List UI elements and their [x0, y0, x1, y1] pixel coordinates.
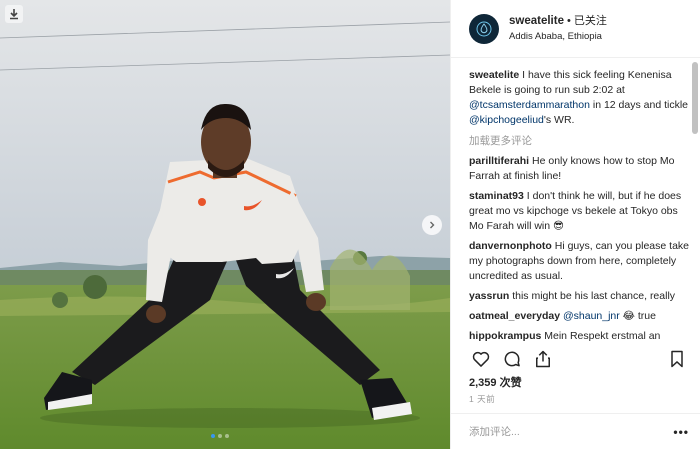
comment-username[interactable]: yassrun	[469, 290, 509, 302]
caption-mention[interactable]: @tcsamsterdammarathon	[469, 99, 590, 111]
comment-text: this might be his last chance, really	[512, 290, 676, 302]
carousel-dot	[218, 434, 222, 438]
post-username[interactable]: sweatelite	[509, 15, 564, 27]
post-photo[interactable]	[0, 0, 450, 449]
comments-list[interactable]: sweatelite I have this sick feeling Kene…	[451, 58, 700, 343]
post-header: sweatelite • 已关注 Addis Ababa, Ethiopia	[451, 0, 700, 58]
like-button[interactable]	[469, 347, 493, 371]
instagram-post-modal: sweatelite • 已关注 Addis Ababa, Ethiopia swe…	[0, 0, 700, 449]
comment-button[interactable]	[500, 347, 524, 371]
caption-text: 's WR.	[543, 114, 575, 126]
header-separator: •	[566, 14, 571, 27]
post-location[interactable]: Addis Ababa, Ethiopia	[509, 29, 607, 44]
more-options-icon[interactable]: •••	[673, 425, 689, 439]
share-icon	[536, 350, 550, 368]
share-button[interactable]	[531, 347, 555, 371]
caption-text: in 12 days and tickle	[589, 99, 689, 111]
chevron-right-icon	[430, 221, 435, 229]
comment: danvernonphoto Hi guys, can you please t…	[469, 239, 689, 284]
runner-stretching-image	[0, 0, 450, 449]
comment-username[interactable]: parilltiferahi	[469, 155, 529, 167]
download-icon	[10, 9, 18, 20]
comment-icon	[504, 351, 520, 367]
post-timestamp[interactable]: 1 天前	[469, 393, 495, 405]
carousel-dot-active	[211, 434, 215, 438]
download-button[interactable]	[5, 5, 23, 23]
comment-username[interactable]: staminat93	[469, 190, 524, 202]
comment: oatmeal_everyday @shaun_jnr 😂 true	[469, 309, 689, 324]
add-comment-input[interactable]: 添加评论...	[469, 424, 673, 439]
add-comment-bar: 添加评论... •••	[451, 413, 700, 449]
follow-status-button[interactable]: 已关注	[574, 15, 607, 27]
comment-mention[interactable]: @shaun_jnr	[563, 310, 620, 322]
caption: sweatelite I have this sick feeling Kene…	[469, 68, 689, 128]
bookmark-icon	[671, 350, 683, 368]
comment-username[interactable]: hippokrampus	[469, 330, 541, 342]
comment: hippokrampus Mein Respekt erstmal an Bek…	[469, 329, 689, 343]
save-button[interactable]	[665, 347, 689, 371]
carousel-dot	[225, 434, 229, 438]
like-count[interactable]: 2,359 次赞	[469, 374, 522, 390]
comment: staminat93 I don't think he will, but if…	[469, 189, 689, 234]
post-side-panel: sweatelite • 已关注 Addis Ababa, Ethiopia swe…	[450, 0, 700, 449]
avatar[interactable]	[469, 13, 499, 44]
comment-text: 😂 true	[619, 310, 656, 322]
post-header-text: sweatelite • 已关注 Addis Ababa, Ethiopia	[509, 14, 607, 44]
comment-username[interactable]: danvernonphoto	[469, 240, 552, 252]
caption-mention[interactable]: @kipchogeeliud	[469, 114, 544, 126]
caption-username[interactable]: sweatelite	[469, 69, 519, 81]
heart-icon	[472, 351, 490, 367]
carousel-next-button[interactable]	[422, 215, 442, 235]
action-bar	[469, 347, 689, 371]
load-more-comments-link[interactable]: 加载更多评论	[469, 133, 689, 148]
comment: parilltiferahi He only knows how to stop…	[469, 154, 689, 184]
comment: yassrun this might be his last chance, r…	[469, 289, 689, 304]
carousel-indicator	[211, 434, 229, 438]
comment-username[interactable]: oatmeal_everyday	[469, 310, 560, 322]
water-drop-logo-icon	[476, 21, 492, 36]
comments-scrollbar[interactable]	[692, 62, 698, 134]
